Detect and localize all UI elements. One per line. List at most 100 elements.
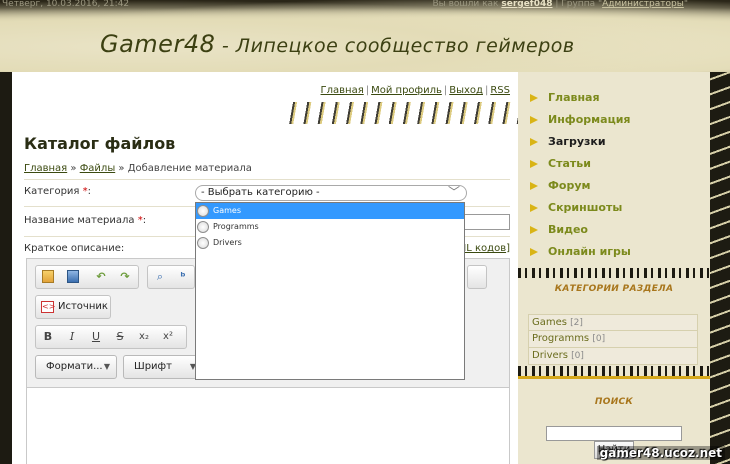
- search-title: ПОИСК: [594, 397, 634, 407]
- site-subtitle: - Липецкое сообщество геймеров: [215, 35, 575, 57]
- image-icon: [67, 270, 79, 283]
- templates-button[interactable]: [39, 269, 57, 285]
- dropdown-option-drivers[interactable]: Drivers: [196, 235, 464, 251]
- separator: |: [443, 85, 448, 96]
- material-name-input[interactable]: [464, 214, 510, 230]
- category-name: Drivers: [532, 350, 568, 361]
- label-colon: :: [142, 215, 147, 226]
- login-status: Вы вошли как sergef048 | Группа "Админис…: [432, 0, 688, 9]
- bold-button[interactable]: B: [39, 329, 57, 345]
- radio-icon: [197, 205, 209, 217]
- undo-icon: ↶: [96, 270, 106, 283]
- top-info-bar: Четверг, 10.03.2016, 21:42 Вы вошли как …: [0, 0, 730, 10]
- sidebar: Главная Информация Загрузки Статьи Форум…: [518, 72, 710, 464]
- dropdown-option-games[interactable]: Games: [196, 203, 464, 219]
- category-item[interactable]: Drivers [0]: [528, 348, 698, 365]
- dropdown-option-programms[interactable]: Programms: [196, 219, 464, 235]
- radio-icon: [197, 221, 209, 233]
- nav-item-screenshots[interactable]: Скриншоты: [528, 199, 631, 221]
- category-dropdown-list: Games Programms Drivers: [195, 202, 465, 380]
- font-combo-label: Шрифт: [134, 361, 172, 372]
- toolbar-group-extra[interactable]: [467, 265, 487, 289]
- group-prefix: | Группа ": [555, 0, 603, 9]
- undo-button[interactable]: ↶: [92, 269, 110, 285]
- font-combo[interactable]: Шрифт ▼: [123, 355, 203, 379]
- separator: |: [365, 85, 370, 96]
- user-links: Главная | Мой профиль | Выход | RSS: [321, 85, 510, 96]
- editor-text-area[interactable]: [27, 387, 509, 464]
- breadcrumb-home[interactable]: Главная: [24, 163, 67, 174]
- nav-item-home[interactable]: Главная: [528, 89, 631, 111]
- category-item[interactable]: Games [2]: [528, 314, 698, 331]
- nav-item-forum[interactable]: Форум: [528, 177, 631, 199]
- superscript-button[interactable]: x²: [159, 329, 177, 345]
- link-home[interactable]: Главная: [321, 85, 364, 96]
- nav-label: Видео: [548, 223, 588, 236]
- html-codes-link[interactable]: ML кодов]: [458, 243, 510, 254]
- category-name: Games: [532, 317, 567, 328]
- nav-item-video[interactable]: Видео: [528, 221, 631, 243]
- nav-item-articles[interactable]: Статьи: [528, 155, 631, 177]
- replace-icon: ᵇ: [180, 270, 186, 283]
- torn-edge: [518, 366, 710, 376]
- image-button[interactable]: [64, 269, 82, 285]
- nav-label: Онлайн игры: [548, 245, 631, 258]
- breadcrumb-files[interactable]: Файлы: [80, 163, 116, 174]
- current-date: Четверг, 10.03.2016, 21:42: [2, 0, 130, 9]
- main-nav: Главная Информация Загрузки Статьи Форум…: [528, 89, 631, 265]
- find-button[interactable]: ⌕: [151, 269, 169, 285]
- breadcrumb-current: Добавление материала: [127, 163, 252, 174]
- nav-label: Главная: [548, 91, 600, 104]
- arrow-right-icon: [530, 226, 538, 234]
- breadcrumb-separator: »: [67, 163, 80, 174]
- decorative-splatter: [288, 102, 518, 124]
- nav-label: Форум: [548, 179, 591, 192]
- username-link[interactable]: sergef048: [501, 0, 552, 9]
- group-suffix: ": [683, 0, 688, 9]
- redo-button[interactable]: ↷: [116, 269, 134, 285]
- site-name: Gamer48: [100, 30, 216, 58]
- nav-label: Информация: [548, 113, 631, 126]
- nav-item-info[interactable]: Информация: [528, 111, 631, 133]
- format-combo[interactable]: Формати... ▼: [35, 355, 117, 379]
- document-icon: [42, 270, 54, 283]
- replace-button[interactable]: ᵇ: [174, 269, 192, 285]
- toolbar-group-format: B I U S x₂ x²: [35, 325, 187, 349]
- search-input[interactable]: [546, 426, 682, 441]
- torn-edge: [518, 268, 710, 278]
- arrow-right-icon: [530, 160, 538, 168]
- breadcrumb: Главная » Файлы » Добавление материала: [24, 163, 252, 174]
- link-rss[interactable]: RSS: [490, 85, 510, 96]
- category-item[interactable]: Programms [0]: [528, 331, 698, 348]
- category-count: [0]: [571, 351, 584, 361]
- nav-item-downloads[interactable]: Загрузки: [528, 133, 631, 155]
- group-link[interactable]: Администраторы: [602, 0, 684, 9]
- breadcrumb-separator: »: [115, 163, 128, 174]
- underline-button[interactable]: U: [87, 329, 105, 345]
- categories-title: КАТЕГОРИИ РАЗДЕЛА: [554, 284, 674, 294]
- link-profile[interactable]: Мой профиль: [371, 85, 442, 96]
- strike-button[interactable]: S: [111, 329, 129, 345]
- subscript-button[interactable]: x₂: [135, 329, 153, 345]
- site-title[interactable]: Gamer48 - Липецкое сообщество геймеров: [100, 30, 575, 58]
- italic-button[interactable]: I: [63, 329, 81, 345]
- separator: |: [484, 85, 489, 96]
- category-list: Games [2] Programms [0] Drivers [0]: [528, 314, 698, 365]
- category-select[interactable]: - Выбрать категорию - ﹀: [195, 185, 467, 201]
- arrow-right-icon: [530, 116, 538, 124]
- name-label: Название материала *:: [24, 215, 146, 226]
- arrow-right-icon: [530, 94, 538, 102]
- category-name: Programms: [532, 333, 590, 344]
- nav-item-online-games[interactable]: Онлайн игры: [528, 243, 631, 265]
- category-count: [2]: [570, 318, 583, 328]
- radio-icon: [197, 237, 209, 249]
- format-combo-label: Формати...: [46, 361, 103, 372]
- category-label: Категория *:: [24, 186, 91, 197]
- link-logout[interactable]: Выход: [449, 85, 483, 96]
- chevron-down-icon: ▼: [103, 362, 110, 371]
- toolbar-group-clipboard: ↶ ↷: [35, 265, 139, 289]
- page-title: Каталог файлов: [24, 134, 176, 153]
- source-label: Источник: [58, 301, 108, 312]
- nav-label: Скриншоты: [548, 201, 623, 214]
- source-button[interactable]: <> Источник: [35, 295, 111, 319]
